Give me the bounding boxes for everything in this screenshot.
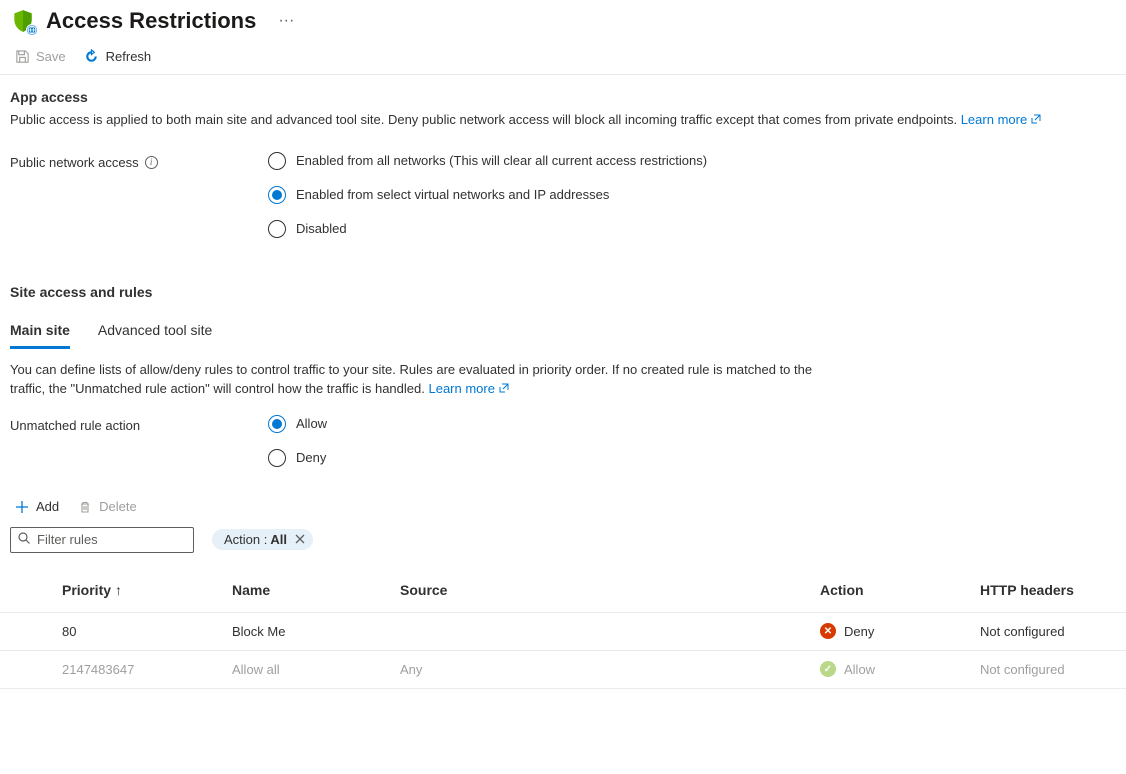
- radio-icon: [268, 152, 286, 170]
- site-access-section: Site access and rules: [0, 254, 1126, 312]
- radio-option-pna-0[interactable]: Enabled from all networks (This will cle…: [268, 152, 707, 170]
- site-access-desc: You can define lists of allow/deny rules…: [0, 349, 830, 405]
- refresh-label: Refresh: [106, 49, 152, 64]
- table-body: 80Block Me✕DenyNot configured2147483647A…: [0, 613, 1126, 689]
- pill-label: Action :: [224, 532, 267, 547]
- refresh-button[interactable]: Refresh: [84, 48, 152, 64]
- cell-priority: 80: [62, 624, 232, 639]
- cell-action-text: Deny: [844, 624, 874, 639]
- unmatched-rule-label: Unmatched rule action: [10, 415, 268, 433]
- col-header-source[interactable]: Source: [400, 582, 820, 598]
- cell-priority: 2147483647: [62, 662, 232, 677]
- site-access-desc-text: You can define lists of allow/deny rules…: [10, 362, 812, 396]
- page-title: Access Restrictions: [46, 8, 256, 34]
- unmatched-rule-field: Unmatched rule action Allow Deny: [0, 415, 1126, 483]
- app-access-title: App access: [10, 89, 1116, 105]
- save-icon: [14, 48, 30, 64]
- search-icon: [17, 531, 31, 548]
- plus-icon: [14, 499, 30, 515]
- cell-http: Not configured: [980, 624, 1116, 639]
- radio-icon: [268, 449, 286, 467]
- app-access-learn-more-link[interactable]: Learn more: [961, 112, 1041, 127]
- more-button[interactable]: ···: [272, 12, 300, 30]
- save-label: Save: [36, 49, 66, 64]
- action-filter-pill[interactable]: Action : All: [212, 529, 313, 550]
- filter-row: Action : All: [0, 525, 1126, 563]
- delete-rule-button: Delete: [77, 499, 137, 515]
- unmatched-rule-radio-group: Allow Deny: [268, 415, 327, 483]
- pill-value: All: [270, 532, 287, 547]
- radio-icon: [268, 186, 286, 204]
- learn-more-text: Learn more: [428, 381, 494, 396]
- cell-http: Not configured: [980, 662, 1116, 677]
- site-access-tabs: Main site Advanced tool site: [0, 316, 1126, 349]
- filter-input[interactable]: [31, 532, 187, 547]
- radio-label: Enabled from select virtual networks and…: [296, 187, 609, 202]
- info-icon[interactable]: i: [145, 156, 158, 169]
- learn-more-text: Learn more: [961, 112, 1027, 127]
- radio-option-unmatched-deny[interactable]: Deny: [268, 449, 327, 467]
- pill-clear-icon[interactable]: [295, 532, 305, 547]
- globe-icon: [26, 24, 38, 36]
- radio-option-pna-2[interactable]: Disabled: [268, 220, 707, 238]
- toolbar: Save Refresh: [0, 40, 1126, 75]
- table-header-row: Priority ↑ Name Source Action HTTP heade…: [0, 569, 1126, 613]
- cell-name: Allow all: [232, 662, 400, 677]
- radio-option-pna-1[interactable]: Enabled from select virtual networks and…: [268, 186, 707, 204]
- app-access-section: App access Public access is applied to b…: [0, 75, 1126, 152]
- delete-label: Delete: [99, 499, 137, 514]
- sort-arrow-up-icon: ↑: [115, 582, 122, 598]
- filter-search-box[interactable]: [10, 527, 194, 553]
- allow-icon: ✓: [820, 661, 836, 677]
- add-rule-button[interactable]: Add: [14, 499, 59, 515]
- radio-label: Enabled from all networks (This will cle…: [296, 153, 707, 168]
- public-network-access-radio-group: Enabled from all networks (This will cle…: [268, 152, 707, 254]
- field-label-text: Public network access: [10, 155, 139, 170]
- table-row[interactable]: 80Block Me ✕ Deny Not configured: [0, 613, 1126, 651]
- site-access-title: Site access and rules: [10, 284, 1116, 300]
- radio-label: Allow: [296, 416, 327, 431]
- app-access-desc: Public access is applied to both main si…: [10, 111, 1116, 130]
- cell-action: ✓ Allow: [820, 661, 980, 677]
- refresh-icon: [84, 48, 100, 64]
- col-header-priority[interactable]: Priority ↑: [62, 582, 232, 598]
- rules-command-bar: Add Delete: [0, 483, 1126, 525]
- tab-advanced-tool-site[interactable]: Advanced tool site: [98, 316, 212, 348]
- rules-table: Priority ↑ Name Source Action HTTP heade…: [0, 569, 1126, 689]
- public-network-access-label: Public network access i: [10, 152, 268, 170]
- shield-icon: [10, 8, 36, 34]
- cell-source: Any: [400, 662, 820, 677]
- cell-name: Block Me: [232, 624, 400, 639]
- radio-label: Deny: [296, 450, 326, 465]
- col-header-http[interactable]: HTTP headers: [980, 582, 1116, 598]
- external-link-icon: [1031, 111, 1041, 130]
- cell-action: ✕ Deny: [820, 623, 980, 639]
- trash-icon: [77, 499, 93, 515]
- radio-label: Disabled: [296, 221, 347, 236]
- radio-icon: [268, 415, 286, 433]
- col-header-priority-text: Priority: [62, 582, 111, 598]
- tab-main-site[interactable]: Main site: [10, 316, 70, 349]
- table-row[interactable]: 2147483647Allow allAny✓ Allow Not configur…: [0, 651, 1126, 689]
- save-button: Save: [14, 48, 66, 64]
- app-access-desc-text: Public access is applied to both main si…: [10, 112, 957, 127]
- public-network-access-field: Public network access i Enabled from all…: [0, 152, 1126, 254]
- col-header-action[interactable]: Action: [820, 582, 980, 598]
- page-header: Access Restrictions ···: [0, 0, 1126, 40]
- external-link-icon: [499, 380, 509, 399]
- col-header-name[interactable]: Name: [232, 582, 400, 598]
- deny-icon: ✕: [820, 623, 836, 639]
- add-label: Add: [36, 499, 59, 514]
- radio-option-unmatched-allow[interactable]: Allow: [268, 415, 327, 433]
- site-access-learn-more-link[interactable]: Learn more: [428, 381, 508, 396]
- radio-icon: [268, 220, 286, 238]
- cell-action-text: Allow: [844, 662, 875, 677]
- unmatched-label-text: Unmatched rule action: [10, 418, 140, 433]
